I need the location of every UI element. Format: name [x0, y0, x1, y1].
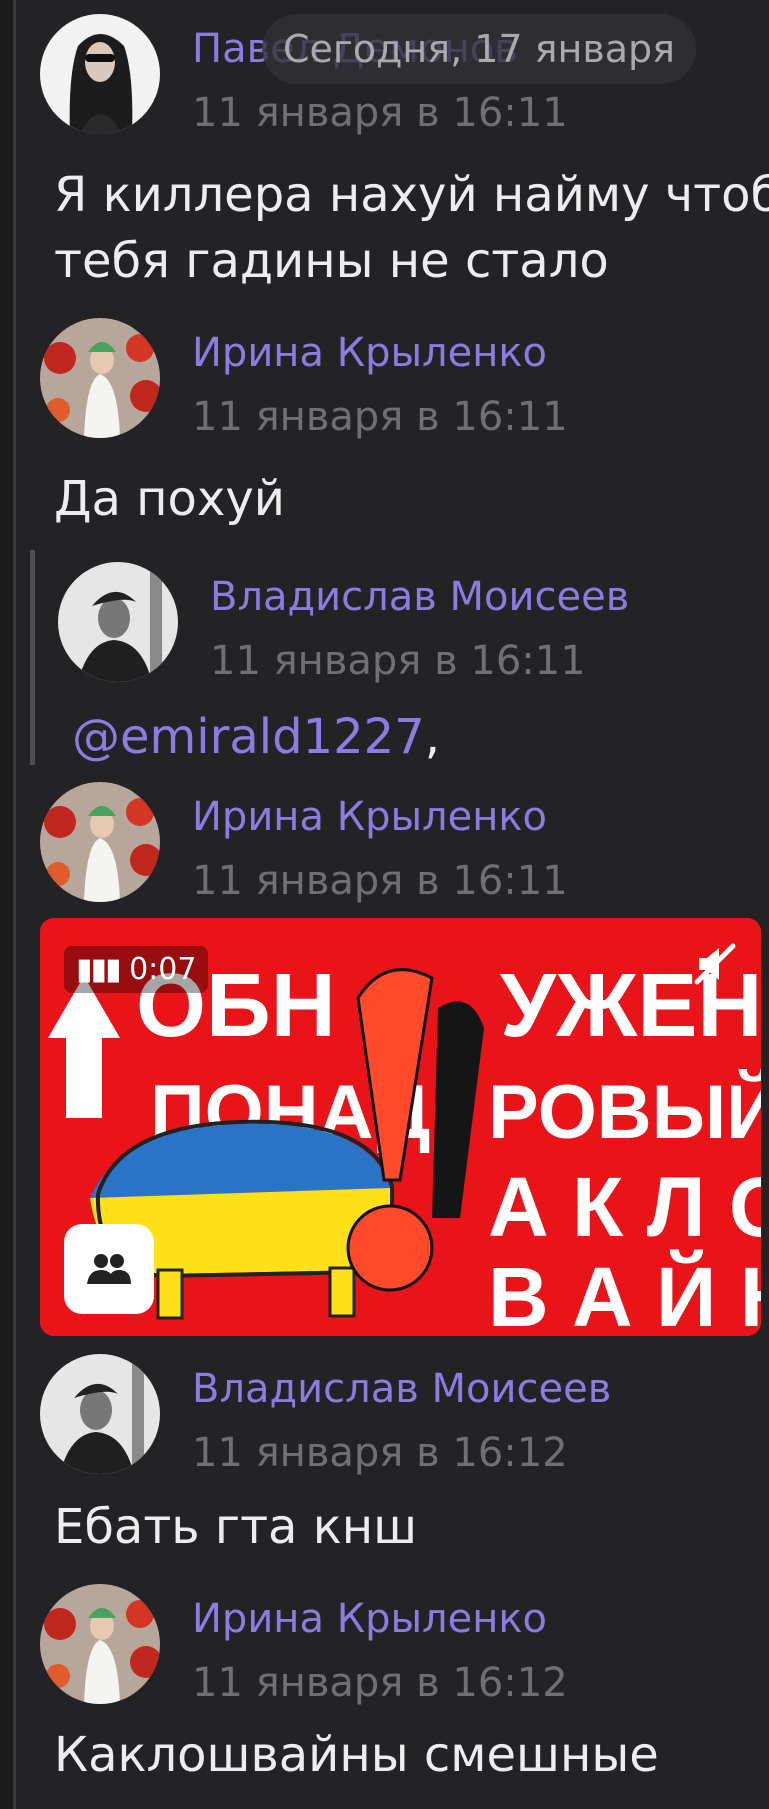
avatar[interactable]: [40, 782, 160, 902]
svg-text:В А Й Н: В А Й Н: [488, 1250, 761, 1336]
svg-text:РОВЫЙ: РОВЫЙ: [488, 1069, 761, 1155]
svg-text:А К Л О: А К Л О: [488, 1160, 761, 1254]
comment: Ирина Крыленко 11 января в 16:12 Каклошв…: [40, 1584, 760, 1804]
comment-text: @emirald1227,: [72, 709, 440, 765]
author-name[interactable]: Владислав Моисеев: [210, 574, 629, 620]
comment-time: 11 января в 16:11: [192, 394, 568, 440]
comment: Владислав Моисеев 11 января в 16:11 @emi…: [58, 562, 758, 772]
avatar[interactable]: [40, 318, 160, 438]
group-button[interactable]: [64, 1224, 154, 1314]
comment: Владислав Моисеев 11 января в 16:12 Ебат…: [40, 1354, 760, 1564]
comment-time: 11 января в 16:11: [210, 638, 586, 684]
comment-text: Да похуй: [54, 471, 285, 527]
comment-time: 11 января в 16:12: [192, 1430, 568, 1476]
comment: Ирина Крыленко 11 января в 16:11: [40, 782, 760, 918]
avatar[interactable]: [40, 1584, 160, 1704]
author-name[interactable]: Владислав Моисеев: [192, 1366, 611, 1412]
comment-time: 11 января в 16:12: [192, 1660, 568, 1706]
video-duration: ▮▮▮ 0:07: [64, 946, 209, 993]
thread-rail: [0, 0, 16, 1809]
comment: Ирина Крыленко 11 января в 16:11 Да поху…: [40, 318, 760, 527]
group-icon: [87, 1254, 131, 1284]
video-play-icon: ▮▮▮: [76, 952, 122, 987]
comment-text: Ебать гта кнш: [54, 1499, 417, 1555]
avatar[interactable]: [58, 562, 178, 682]
avatar[interactable]: [40, 1354, 160, 1474]
author-name[interactable]: Ирина Крыленко: [192, 1596, 547, 1642]
mention-link[interactable]: @emirald1227: [72, 709, 425, 765]
date-pill: Сегодня, 17 января: [262, 14, 696, 84]
comment-text: Я киллера нахуй найму чтоб тебя гадины н…: [54, 167, 769, 289]
comment-text: Каклошвайны смешные: [54, 1727, 659, 1783]
video-attachment[interactable]: ОБН УЖЕН ПОНАД РОВЫЙ А К Л О В А Й Н ▮▮▮…: [40, 918, 761, 1336]
reply-indent-line: [30, 550, 35, 765]
comment-time: 11 января в 16:11: [192, 858, 568, 904]
avatar[interactable]: [40, 14, 160, 134]
author-name[interactable]: Ирина Крыленко: [192, 794, 547, 840]
muted-icon[interactable]: [691, 940, 739, 992]
comment-time: 11 января в 16:11: [192, 90, 568, 136]
author-name[interactable]: Ирина Крыленко: [192, 330, 547, 376]
